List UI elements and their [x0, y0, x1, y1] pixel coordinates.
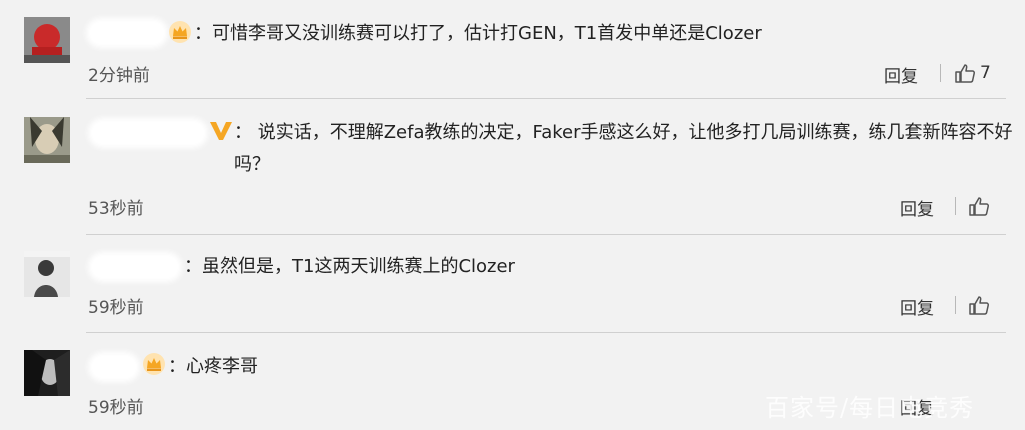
comment-time: 2分钟前 — [88, 66, 150, 86]
thumbs-up-icon[interactable] — [968, 195, 990, 221]
divider — [86, 332, 1006, 333]
divider-line — [940, 64, 941, 82]
username-blurred[interactable] — [90, 22, 164, 44]
like-count: 7 — [980, 63, 991, 83]
v-verified-icon — [208, 119, 234, 147]
comment-text: ：可惜李哥又没训练赛可以打了，估计打GEN，T1首发中单还是Clozer — [194, 23, 762, 44]
comment-time: 53秒前 — [88, 199, 144, 219]
username-blurred[interactable] — [92, 256, 178, 278]
divider — [86, 234, 1006, 235]
avatar-image — [24, 251, 70, 297]
watermark: 百家号/每日电竞秀 — [765, 394, 975, 422]
avatar[interactable] — [24, 350, 70, 396]
username-blurred[interactable] — [92, 356, 136, 378]
comment-text: ：心疼李哥 — [168, 356, 258, 377]
divider-line — [955, 197, 956, 215]
reply-button[interactable]: 回复 — [884, 62, 918, 87]
avatar[interactable] — [24, 17, 70, 63]
avatar[interactable] — [24, 117, 70, 163]
comment-time: 59秒前 — [88, 398, 144, 418]
reply-button[interactable]: 回复 — [900, 195, 934, 220]
avatar-image — [24, 17, 70, 63]
avatar[interactable] — [24, 251, 70, 297]
crown-icon — [142, 352, 166, 380]
crown-icon — [168, 20, 192, 48]
thumbs-up-icon[interactable] — [968, 294, 990, 320]
divider-line — [955, 296, 956, 314]
thumbs-up-icon[interactable] — [954, 62, 976, 88]
avatar-image — [24, 350, 70, 396]
comment-text: ：虽然但是，T1这两天训练赛上的Clozer — [184, 256, 515, 277]
reply-button[interactable]: 回复 — [900, 294, 934, 319]
comment-text: ： 说实话，不理解Zefa教练的决定，Faker手感这么好，让他多打几局训练赛，… — [234, 122, 1013, 175]
divider — [86, 98, 1006, 99]
comment-time: 59秒前 — [88, 298, 144, 318]
avatar-image — [24, 117, 70, 163]
username-blurred[interactable] — [92, 122, 204, 144]
